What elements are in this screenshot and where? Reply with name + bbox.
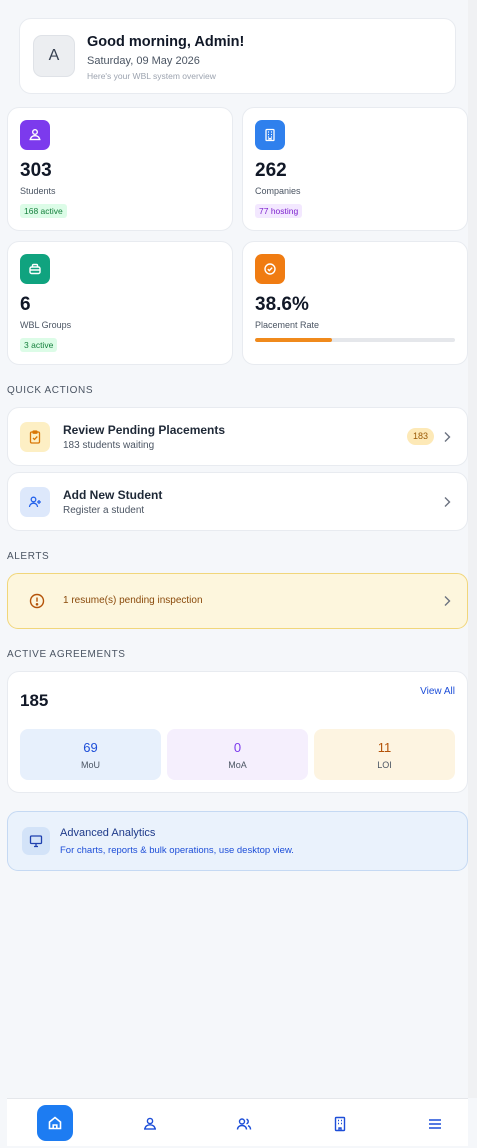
add-new-student-button[interactable]: Add New Student Register a student xyxy=(7,472,468,531)
tile-label: MoA xyxy=(228,760,247,770)
nav-users-icon[interactable] xyxy=(227,1107,261,1141)
status-badge: 3 active xyxy=(20,338,58,352)
greeting-card: A Good morning, Admin! Saturday, 09 May … xyxy=(19,18,456,94)
action-subtitle: Register a student xyxy=(63,505,145,516)
warning-circle-icon xyxy=(29,593,45,609)
chevron-right-icon xyxy=(444,432,451,442)
action-subtitle: 183 students waiting xyxy=(63,440,155,451)
bottom-nav xyxy=(7,1098,468,1146)
tile-value: 11 xyxy=(377,740,392,755)
status-badge: 168 active xyxy=(20,204,67,218)
nav-students-icon[interactable] xyxy=(133,1107,167,1141)
chevron-right-icon xyxy=(444,596,451,606)
monitor-icon xyxy=(22,827,50,855)
view-all-link[interactable]: View All xyxy=(420,686,455,697)
scrollbar[interactable] xyxy=(468,0,477,1098)
stat-value: 262 xyxy=(255,160,287,181)
agreements-card: 185 View All 69 MoU 0 MoA 11 LOI xyxy=(7,671,468,793)
greeting-subtitle: Here's your WBL system overview xyxy=(87,71,216,81)
action-title: Review Pending Placements xyxy=(63,423,226,437)
students-icon xyxy=(20,120,50,150)
stat-card-companies[interactable]: 262 Companies 77 hosting xyxy=(242,107,468,231)
section-heading-quick-actions: QUICK ACTIONS xyxy=(7,385,94,396)
stat-value: 38.6% xyxy=(255,294,309,315)
review-pending-placements-button[interactable]: Review Pending Placements 183 students w… xyxy=(7,407,468,466)
stat-label: Placement Rate xyxy=(255,320,320,330)
stat-label: WBL Groups xyxy=(20,320,72,330)
nav-home-icon[interactable] xyxy=(37,1105,73,1141)
alert-resume-pending[interactable]: 1 resume(s) pending inspection xyxy=(7,573,468,629)
agreement-tile-loi[interactable]: 11 LOI xyxy=(314,729,455,780)
stat-card-wbl-groups[interactable]: 6 WBL Groups 3 active xyxy=(7,241,233,365)
greeting-title: Good morning, Admin! xyxy=(87,34,245,50)
status-badge: 77 hosting xyxy=(255,204,303,218)
nav-menu-icon[interactable] xyxy=(418,1107,452,1141)
action-title: Add New Student xyxy=(63,488,163,502)
user-plus-icon xyxy=(20,487,50,517)
tile-value: 0 xyxy=(233,740,242,755)
stat-label: Students xyxy=(20,186,56,196)
agreement-tile-moa[interactable]: 0 MoA xyxy=(167,729,308,780)
placement-progress-bar xyxy=(255,338,455,342)
stat-value: 6 xyxy=(20,294,31,315)
check-circle-icon xyxy=(255,254,285,284)
groups-icon xyxy=(20,254,50,284)
stat-card-students[interactable]: 303 Students 168 active xyxy=(7,107,233,231)
tile-label: LOI xyxy=(377,760,392,770)
nav-building-icon[interactable] xyxy=(323,1107,357,1141)
alert-text: 1 resume(s) pending inspection xyxy=(63,595,203,606)
agreement-tile-mou[interactable]: 69 MoU xyxy=(20,729,161,780)
avatar[interactable]: A xyxy=(33,35,75,77)
stat-label: Companies xyxy=(255,186,301,196)
chevron-right-icon xyxy=(444,497,451,507)
advanced-analytics-notice: Advanced Analytics For charts, reports &… xyxy=(7,811,468,871)
section-heading-alerts: ALERTS xyxy=(7,551,50,562)
agreements-total: 185 xyxy=(20,691,49,710)
clipboard-check-icon xyxy=(20,422,50,452)
analytics-title: Advanced Analytics xyxy=(60,827,156,839)
greeting-date: Saturday, 09 May 2026 xyxy=(87,55,200,67)
section-heading-active-agreements: ACTIVE AGREEMENTS xyxy=(7,649,126,660)
progress-fill xyxy=(255,338,333,342)
stat-card-placement-rate[interactable]: 38.6% Placement Rate xyxy=(242,241,468,365)
tile-label: MoU xyxy=(80,760,100,770)
analytics-subtitle: For charts, reports & bulk operations, u… xyxy=(60,845,294,856)
tile-value: 69 xyxy=(83,740,98,755)
building-icon xyxy=(255,120,285,150)
main-content[interactable]: A Good morning, Admin! Saturday, 09 May … xyxy=(0,0,468,1098)
count-badge: 183 xyxy=(406,428,434,445)
stat-value: 303 xyxy=(20,160,52,181)
